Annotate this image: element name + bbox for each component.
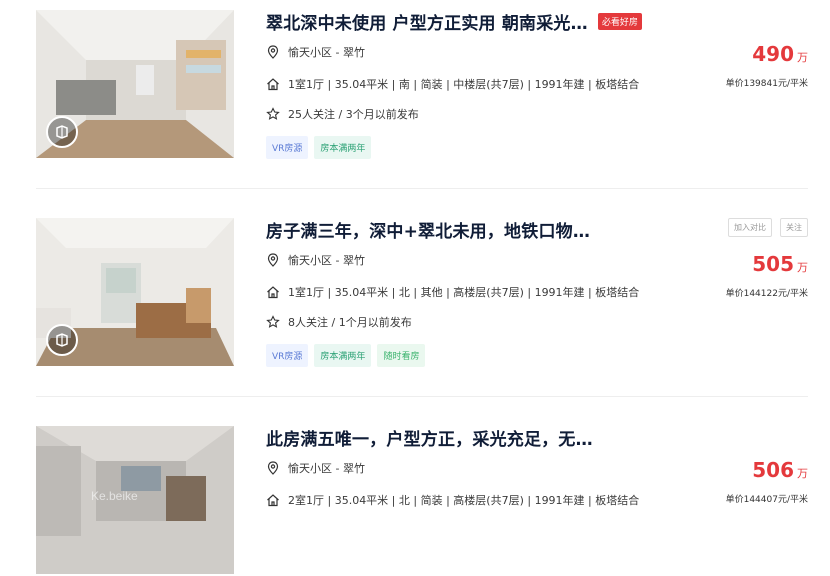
- house-info: 1室1厅 | 35.04平米 | 北 | 其他 | 高楼层(共7层) | 199…: [288, 286, 640, 299]
- tag-two-years: 房本满两年: [314, 344, 372, 367]
- location-icon: [266, 461, 280, 475]
- follow-button[interactable]: 关注: [780, 218, 808, 237]
- listing-title[interactable]: 房子满三年，深中+翠北未用，地铁口物…: [266, 217, 590, 242]
- tag-vr: VR房源: [266, 136, 309, 159]
- unit-price: 单价144407元/平米: [725, 495, 808, 505]
- community-link[interactable]: 愉天小区 - 翠竹: [288, 460, 365, 476]
- unit-price: 单价139841元/平米: [725, 79, 808, 89]
- listing-card[interactable]: 房子满三年，深中+翠北未用，地铁口物… 加入对比 关注 愉天小区 - 翠竹 1室…: [36, 218, 808, 368]
- vr-cube-icon[interactable]: [46, 324, 78, 356]
- follow-info: 25人关注 / 3个月以前发布: [288, 108, 419, 121]
- tag-anytime-view: 随时看房: [377, 344, 426, 367]
- listing-photo[interactable]: Ke.beike: [36, 426, 234, 574]
- listing-photo[interactable]: [36, 218, 234, 366]
- unit-price: 单价144122元/平米: [725, 289, 808, 299]
- listing-card[interactable]: 翠北深中未使用 户型方正实用 朝南采光… 必看好房 愉天小区 - 翠竹 1室1厅…: [36, 10, 808, 160]
- tag-two-years: 房本满两年: [314, 136, 372, 159]
- listing-card[interactable]: Ke.beike 此房满五唯一，户型方正，采光充足，无… 愉天小区 - 翠竹 2…: [36, 426, 808, 576]
- listing-title[interactable]: 此房满五唯一，户型方正，采光充足，无…: [266, 425, 593, 450]
- divider: [36, 396, 808, 397]
- compare-button[interactable]: 加入对比: [728, 218, 772, 237]
- community-link[interactable]: 愉天小区 - 翠竹: [288, 44, 365, 60]
- total-price: 505 万: [752, 252, 808, 276]
- house-info: 1室1厅 | 35.04平米 | 南 | 简装 | 中楼层(共7层) | 199…: [288, 78, 640, 91]
- location-icon: [266, 253, 280, 267]
- home-icon: [266, 493, 280, 507]
- divider: [36, 188, 808, 189]
- community-link[interactable]: 愉天小区 - 翠竹: [288, 252, 365, 268]
- total-price: 490 万: [752, 42, 808, 66]
- listing-title[interactable]: 翠北深中未使用 户型方正实用 朝南采光…: [266, 9, 588, 34]
- star-icon: [266, 315, 280, 329]
- star-icon: [266, 107, 280, 121]
- home-icon: [266, 285, 280, 299]
- listing-photo[interactable]: [36, 10, 234, 158]
- home-icon: [266, 77, 280, 91]
- vr-cube-icon[interactable]: [46, 116, 78, 148]
- tag-vr: VR房源: [266, 344, 309, 367]
- house-info: 2室1厅 | 35.04平米 | 北 | 简装 | 高楼层(共7层) | 199…: [288, 494, 640, 507]
- watermark-text: Ke.beike: [91, 489, 138, 503]
- follow-info: 8人关注 / 1个月以前发布: [288, 316, 412, 329]
- hot-badge: 必看好房: [597, 12, 642, 30]
- total-price: 506 万: [752, 458, 808, 482]
- location-icon: [266, 45, 280, 59]
